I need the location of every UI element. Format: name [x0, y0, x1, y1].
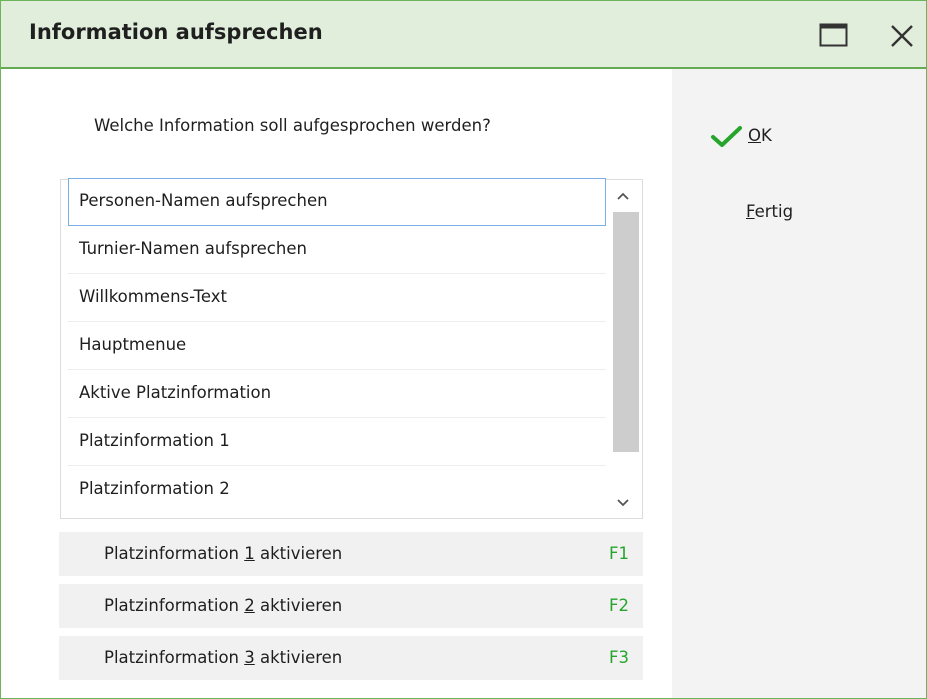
shortcut-key: F3 [609, 648, 629, 667]
list-item[interactable]: Platzinformation 2 [68, 466, 606, 514]
action-label-end: aktivieren [254, 596, 343, 615]
action-label: Platzinformation 3 aktivieren [104, 648, 342, 667]
action-label-start: Platzinformation [104, 596, 245, 615]
maximize-icon [819, 23, 848, 47]
list-item[interactable]: Hauptmenue [68, 322, 606, 370]
maximize-button[interactable] [819, 23, 848, 47]
list-item[interactable]: Platzinformation 1 [68, 418, 606, 466]
main-panel: Welche Information soll aufgesprochen we… [1, 69, 672, 698]
list-item-label: Platzinformation 1 [79, 431, 230, 450]
checkmark-icon [711, 126, 742, 147]
list-item[interactable]: Personen-Namen aufsprechen [68, 178, 606, 226]
question-label: Welche Information soll aufgesprochen we… [94, 116, 491, 135]
action-label-start: Platzinformation [104, 648, 245, 667]
close-icon [891, 25, 913, 47]
close-button[interactable] [889, 23, 915, 49]
ok-label-rest: K [761, 126, 772, 145]
scrollbar-thumb[interactable] [613, 212, 639, 452]
action-mnemonic: 2 [244, 596, 255, 615]
shortcut-key: F1 [609, 544, 629, 563]
list-item[interactable]: Willkommens-Text [68, 274, 606, 322]
activate-platzinfo-2-button[interactable]: Platzinformation 2 aktivieren F2 [59, 584, 643, 628]
list-item-label: Hauptmenue [79, 335, 187, 354]
action-label-start: Platzinformation [104, 544, 245, 563]
ok-mnemonic: O [748, 126, 761, 145]
list-item[interactable]: Aktive Platzinformation [68, 370, 606, 418]
button-panel: OK Fertig [672, 69, 926, 698]
action-label: Platzinformation 2 aktivieren [104, 596, 342, 615]
scroll-down-button[interactable] [613, 492, 633, 512]
list-item-label: Turnier-Namen aufsprechen [79, 239, 307, 258]
fertig-label-rest: ertig [754, 202, 794, 221]
dialog-window: Information aufsprechen Welche Informati… [0, 0, 927, 699]
window-title: Information aufsprechen [29, 20, 323, 44]
ok-button[interactable]: OK [710, 121, 800, 155]
information-list[interactable]: Personen-Namen aufsprechen Turnier-Namen… [60, 178, 643, 519]
list-item-label: Platzinformation 2 [79, 479, 230, 498]
fertig-mnemonic: F [746, 202, 755, 221]
scroll-up-button[interactable] [613, 186, 633, 206]
shortcut-key: F2 [609, 596, 629, 615]
action-mnemonic: 3 [244, 648, 255, 667]
scroll-down-icon [617, 499, 629, 507]
activate-platzinfo-3-button[interactable]: Platzinformation 3 aktivieren F3 [59, 636, 643, 680]
title-bar: Information aufsprechen [1, 1, 926, 69]
list-item-label: Personen-Namen aufsprechen [79, 191, 328, 210]
scroll-up-icon [617, 192, 629, 200]
action-label-end: aktivieren [254, 648, 343, 667]
list-item-label: Aktive Platzinformation [79, 383, 272, 402]
list-item-label: Willkommens-Text [79, 287, 227, 306]
action-label-end: aktivieren [254, 544, 343, 563]
activate-platzinfo-1-button[interactable]: Platzinformation 1 aktivieren F1 [59, 532, 643, 576]
fertig-button[interactable]: Fertig [746, 202, 793, 221]
action-label: Platzinformation 1 aktivieren [104, 544, 342, 563]
ok-label: OK [748, 126, 772, 145]
action-mnemonic: 1 [244, 544, 255, 563]
list-item[interactable]: Turnier-Namen aufsprechen [68, 226, 606, 274]
